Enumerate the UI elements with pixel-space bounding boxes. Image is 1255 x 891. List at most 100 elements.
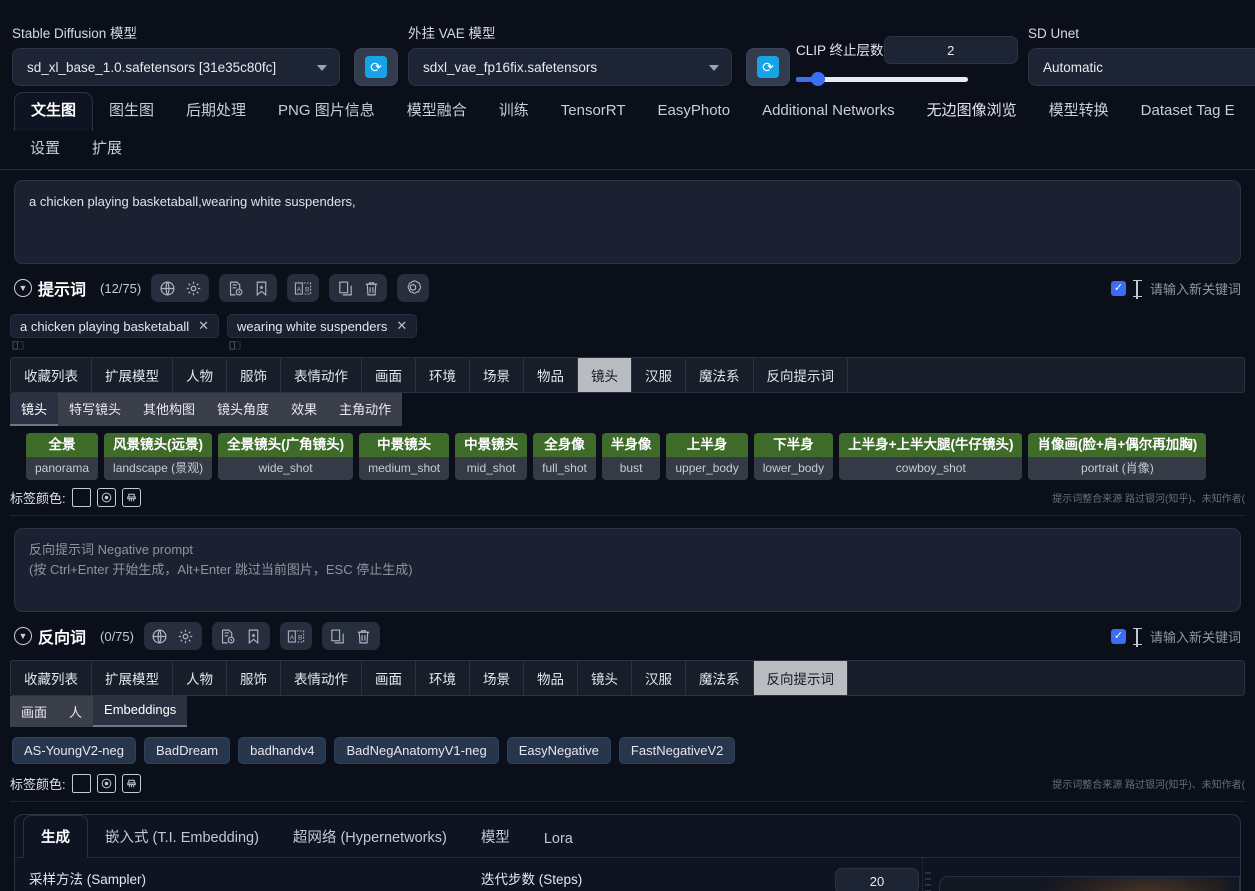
category-hanfu[interactable]: 汉服 (632, 358, 686, 392)
tab-extras[interactable]: 后期处理 (170, 93, 262, 131)
history-icon[interactable] (223, 277, 247, 299)
sd-unet-select[interactable]: Automatic (1028, 48, 1255, 86)
category-clothing[interactable]: 服饰 (227, 661, 281, 695)
clip-skip-number[interactable]: 2 (884, 36, 1018, 64)
gentab-generate[interactable]: 生成 (23, 815, 88, 858)
shot-button[interactable]: 下半身 lower_body (754, 433, 833, 480)
gentab-textual-inversion[interactable]: 嵌入式 (T.I. Embedding) (88, 816, 276, 857)
target-icon[interactable] (97, 774, 116, 793)
tab-infinite-image-browsing[interactable]: 无边图像浏览 (911, 93, 1033, 131)
category-scene[interactable]: 场景 (470, 661, 524, 695)
tab-img2img[interactable]: 图生图 (93, 93, 170, 131)
image-preview-area[interactable] (939, 876, 1240, 891)
category-people[interactable]: 人物 (173, 358, 227, 392)
category-scene[interactable]: 场景 (470, 358, 524, 392)
category-camera[interactable]: 镜头 (578, 358, 632, 392)
negative-keyword-checkbox[interactable]: ✓ (1111, 629, 1126, 644)
embedding-button[interactable]: EasyNegative (507, 737, 611, 764)
category-expression[interactable]: 表情动作 (281, 661, 362, 695)
bookmark-star-icon[interactable] (249, 277, 273, 299)
subtab-embeddings[interactable]: Embeddings (93, 696, 187, 727)
copy-icon[interactable] (326, 625, 350, 647)
category-hanfu[interactable]: 汉服 (632, 661, 686, 695)
tab-settings[interactable]: 设置 (14, 131, 76, 169)
shot-button[interactable]: 上半身+上半大腿(牛仔镜头) cowboy_shot (839, 433, 1022, 480)
openai-icon[interactable] (401, 277, 425, 299)
category-expression[interactable]: 表情动作 (281, 358, 362, 392)
negative-section-title[interactable]: ▼ 反向词 (0/75) (14, 624, 134, 648)
embedding-button[interactable]: BadNegAnatomyV1-neg (334, 737, 498, 764)
prompt-keyword-checkbox[interactable]: ✓ (1111, 281, 1126, 296)
category-favorites[interactable]: 收藏列表 (11, 661, 92, 695)
subtab-effects[interactable]: 效果 (280, 393, 328, 426)
category-favorites[interactable]: 收藏列表 (11, 358, 92, 392)
gentab-lora[interactable]: Lora (527, 821, 590, 857)
tab-checkpoint-merger[interactable]: 模型融合 (391, 93, 483, 131)
subtab-composition[interactable]: 其他构图 (132, 393, 206, 426)
prompt-chip[interactable]: a chicken playing basketaball ✕ (10, 314, 219, 338)
gear-icon[interactable] (174, 625, 198, 647)
tab-model-converter[interactable]: 模型转换 (1033, 93, 1125, 131)
refresh-vae-model-button[interactable]: ⟳ (746, 48, 790, 86)
tab-png-info[interactable]: PNG 图片信息 (262, 93, 391, 131)
close-icon[interactable]: ✕ (198, 318, 209, 334)
category-magic[interactable]: 魔法系 (686, 358, 754, 392)
steps-number[interactable]: 20 (835, 868, 919, 891)
bookmark-star-icon[interactable] (242, 625, 266, 647)
shot-button[interactable]: 全景镜头(广角镜头) wide_shot (218, 433, 353, 480)
tab-extensions[interactable]: 扩展 (76, 131, 138, 169)
category-negative[interactable]: 反向提示词 (754, 661, 849, 695)
slider-knob[interactable] (811, 72, 825, 86)
subtab-picture[interactable]: 画面 (10, 696, 58, 727)
subtab-camera-angle[interactable]: 镜头角度 (206, 393, 280, 426)
category-extensions[interactable]: 扩展模型 (92, 358, 173, 392)
category-objects[interactable]: 物品 (524, 358, 578, 392)
translate-ab-icon[interactable] (227, 340, 417, 351)
category-picture[interactable]: 画面 (362, 661, 416, 695)
refresh-sd-model-button[interactable]: ⟳ (354, 48, 398, 86)
embedding-button[interactable]: badhandv4 (238, 737, 326, 764)
tab-dataset-tag-editor[interactable]: Dataset Tag E (1125, 93, 1251, 131)
embedding-button[interactable]: BadDream (144, 737, 230, 764)
copy-icon[interactable] (333, 277, 357, 299)
category-camera[interactable]: 镜头 (578, 661, 632, 695)
category-magic[interactable]: 魔法系 (686, 661, 754, 695)
shot-button[interactable]: 上半身 upper_body (666, 433, 747, 480)
tab-easyphoto[interactable]: EasyPhoto (642, 93, 747, 131)
gear-icon[interactable] (181, 277, 205, 299)
negative-keyword-input[interactable]: 请输入新关键词 (1133, 625, 1241, 647)
translate-ab-icon[interactable]: A B (284, 625, 308, 647)
shot-button[interactable]: 全身像 full_shot (533, 433, 596, 480)
category-extensions[interactable]: 扩展模型 (92, 661, 173, 695)
gentab-checkpoints[interactable]: 模型 (464, 816, 527, 857)
vae-model-select[interactable]: sdxl_vae_fp16fix.safetensors (408, 48, 732, 86)
subtab-person[interactable]: 人 (58, 696, 93, 727)
shot-button[interactable]: 风景镜头(远景) landscape (景观) (104, 433, 212, 480)
category-environment[interactable]: 环境 (416, 358, 470, 392)
color-swatch[interactable] (72, 774, 91, 793)
embedding-button[interactable]: FastNegativeV2 (619, 737, 736, 764)
category-negative[interactable]: 反向提示词 (754, 358, 849, 392)
shot-button[interactable]: 中景镜头 mid_shot (455, 433, 527, 480)
tab-tensorrt[interactable]: TensorRT (545, 93, 642, 131)
tab-txt2img[interactable]: 文生图 (14, 92, 93, 131)
subtab-closeup[interactable]: 特写镜头 (58, 393, 132, 426)
prompt-chip[interactable]: wearing white suspenders ✕ (227, 314, 417, 338)
negative-prompt-input[interactable]: 反向提示词 Negative prompt (按 Ctrl+Enter 开始生成… (14, 528, 1241, 612)
category-environment[interactable]: 环境 (416, 661, 470, 695)
subtab-main-action[interactable]: 主角动作 (328, 393, 402, 426)
tab-additional-networks[interactable]: Additional Networks (746, 93, 911, 131)
category-picture[interactable]: 画面 (362, 358, 416, 392)
prompt-section-title[interactable]: ▼ 提示词 (12/75) (14, 276, 141, 300)
history-icon[interactable] (216, 625, 240, 647)
shot-button[interactable]: 半身像 bust (602, 433, 661, 480)
category-objects[interactable]: 物品 (524, 661, 578, 695)
clip-skip-slider[interactable] (796, 72, 968, 86)
trash-icon[interactable] (352, 625, 376, 647)
target-icon[interactable] (97, 488, 116, 507)
close-icon[interactable]: ✕ (396, 318, 407, 334)
color-swatch[interactable] (72, 488, 91, 507)
shot-button[interactable]: 中景镜头 medium_shot (359, 433, 449, 480)
translate-ab-icon[interactable]: A B (291, 277, 315, 299)
subtab-camera[interactable]: 镜头 (10, 393, 58, 426)
